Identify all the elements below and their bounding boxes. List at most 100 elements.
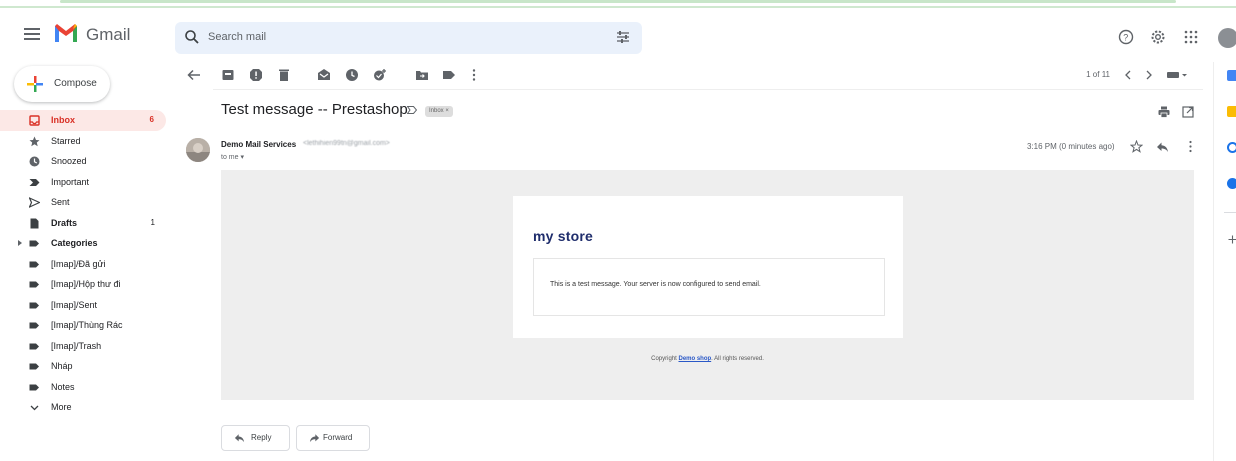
side-panel: [1213, 62, 1236, 461]
star-outline-icon[interactable]: [1130, 140, 1143, 153]
help-icon[interactable]: ?: [1118, 29, 1134, 45]
expand-caret-icon[interactable]: [18, 240, 22, 246]
sidebar-item-categories[interactable]: Categories: [0, 233, 175, 254]
calendar-icon[interactable]: [1227, 70, 1236, 81]
sidebar-item-label: Important: [51, 176, 90, 187]
gmail-logo-icon[interactable]: [54, 23, 78, 43]
window-top-edge: [0, 0, 1236, 9]
sender-name[interactable]: Demo Mail Services: [221, 140, 296, 149]
label-icon: [29, 322, 39, 329]
email-body: my store This is a test message. Your se…: [221, 170, 1194, 400]
sidebar-item-nhap[interactable]: Nháp: [0, 356, 175, 377]
chevron-left-icon[interactable]: [1121, 68, 1135, 82]
snooze-icon[interactable]: [345, 68, 359, 82]
sidebar-item-starred[interactable]: Starred: [0, 131, 175, 152]
label-icon: [29, 302, 39, 308]
sidebar-item-important[interactable]: Important: [0, 172, 175, 193]
chevron-right-icon[interactable]: [1142, 68, 1156, 82]
sidebar-item-label: Nháp: [51, 361, 73, 371]
add-task-icon[interactable]: [373, 68, 387, 82]
sidebar-item-label: More: [51, 402, 72, 412]
sidebar-item-imap-thung-rac[interactable]: [Imap]/Thùng Rác: [0, 315, 175, 336]
reply-icon[interactable]: [1156, 140, 1169, 153]
reply-button[interactable]: Reply: [221, 425, 290, 451]
label-icon: [29, 343, 39, 349]
more-options-icon[interactable]: [467, 68, 481, 82]
message-text: This is a test message. Your server is n…: [550, 281, 761, 288]
sidebar-item-label: [Imap]/Hộp thư đi: [51, 279, 121, 289]
keep-icon[interactable]: [1227, 106, 1236, 117]
store-logo: my store: [533, 228, 593, 244]
sender-email: <lethihien99tn@gmail.com>: [303, 140, 390, 147]
main-menu-icon[interactable]: [24, 28, 40, 40]
sidebar-item-notes[interactable]: Notes: [0, 377, 175, 398]
apps-grid-icon[interactable]: [1184, 30, 1198, 44]
demo-shop-link[interactable]: Demo shop: [679, 356, 712, 362]
app-header: Gmail Search mail ?: [0, 10, 1236, 60]
sidebar-item-label: Categories: [51, 238, 98, 248]
email-card: my store This is a test message. Your se…: [513, 196, 903, 338]
account-avatar[interactable]: [1218, 28, 1236, 48]
reply-label: Reply: [251, 433, 272, 442]
sender-avatar[interactable]: [186, 138, 210, 162]
sidebar-item-label: Starred: [51, 135, 81, 146]
settings-gear-icon[interactable]: [1150, 29, 1166, 45]
search-options-icon[interactable]: [616, 30, 630, 44]
sidebar-item-more[interactable]: More: [0, 397, 175, 418]
compose-label: Compose: [54, 78, 97, 89]
forward-button[interactable]: Forward: [296, 425, 370, 451]
sidebar-nav: Inbox 6 Starred Snoozed Important Sent D…: [0, 110, 175, 418]
move-to-icon[interactable]: [415, 68, 429, 82]
label-icon: [29, 281, 39, 288]
message-toolbar: 1 of 11: [180, 62, 1210, 88]
send-icon: [29, 197, 40, 208]
delete-icon[interactable]: [277, 68, 291, 82]
mark-unread-icon[interactable]: [317, 68, 331, 82]
report-spam-icon[interactable]: [249, 68, 263, 82]
sidebar-item-inbox[interactable]: Inbox 6: [0, 110, 166, 131]
message-more-icon[interactable]: [1184, 140, 1197, 153]
compose-button[interactable]: Compose: [14, 66, 110, 102]
tasks-icon[interactable]: [1227, 142, 1236, 153]
sidebar-item-imap-sent[interactable]: [Imap]/Sent: [0, 295, 175, 316]
search-bar[interactable]: Search mail: [175, 22, 642, 54]
important-icon: [29, 178, 40, 186]
print-icon[interactable]: [1158, 106, 1170, 118]
search-icon[interactable]: [184, 29, 200, 45]
sidebar-item-drafts[interactable]: Drafts 1: [0, 213, 175, 234]
pager-text: 1 of 11: [1086, 70, 1110, 79]
sidebar-item-imap-trash[interactable]: [Imap]/Trash: [0, 336, 175, 357]
sidebar-item-imap-hop-thu-di[interactable]: [Imap]/Hộp thư đi: [0, 274, 175, 295]
sidebar-item-label: Inbox: [51, 115, 75, 125]
open-new-window-icon[interactable]: [1182, 106, 1194, 118]
search-input[interactable]: Search mail: [208, 31, 266, 43]
label-as-icon[interactable]: [442, 68, 456, 82]
keyboard-input-icon[interactable]: [1166, 68, 1188, 82]
copyright-prefix: Copyright: [651, 356, 679, 362]
sidebar-item-label: [Imap]/Thùng Rác: [51, 320, 123, 330]
inbox-icon: [29, 115, 40, 126]
back-arrow-icon[interactable]: [187, 68, 201, 82]
plus-icon: [27, 76, 43, 92]
app-name[interactable]: Gmail: [86, 25, 130, 45]
label-icon: [29, 363, 39, 370]
chevron-down-icon: [30, 405, 39, 411]
copyright-footer: Copyright Demo shop. All rights reserved…: [221, 356, 1194, 362]
sidebar-item-label: [Imap]/Đã gửi: [51, 258, 106, 269]
contacts-icon[interactable]: [1227, 178, 1236, 189]
clock-icon: [29, 156, 40, 167]
important-marker-icon[interactable]: [407, 105, 417, 115]
inbox-label-chip[interactable]: Inbox ×: [425, 106, 453, 117]
archive-icon[interactable]: [221, 68, 235, 82]
sidebar-item-label: [Imap]/Sent: [51, 299, 98, 310]
sidebar-item-imap-da-gui[interactable]: [Imap]/Đã gửi: [0, 254, 175, 275]
get-addons-icon[interactable]: [1228, 235, 1236, 244]
recipient-details-toggle[interactable]: to me ▾: [221, 153, 244, 161]
sidebar-item-label: Notes: [51, 381, 75, 392]
sidebar-item-label: Drafts: [51, 217, 78, 228]
sidebar-item-sent[interactable]: Sent: [0, 192, 175, 213]
draft-icon: [30, 218, 39, 228]
sidebar-item-snoozed[interactable]: Snoozed: [0, 151, 175, 172]
forward-icon: [309, 434, 320, 443]
message-subject: Test message -- Prestashop: [221, 101, 408, 118]
